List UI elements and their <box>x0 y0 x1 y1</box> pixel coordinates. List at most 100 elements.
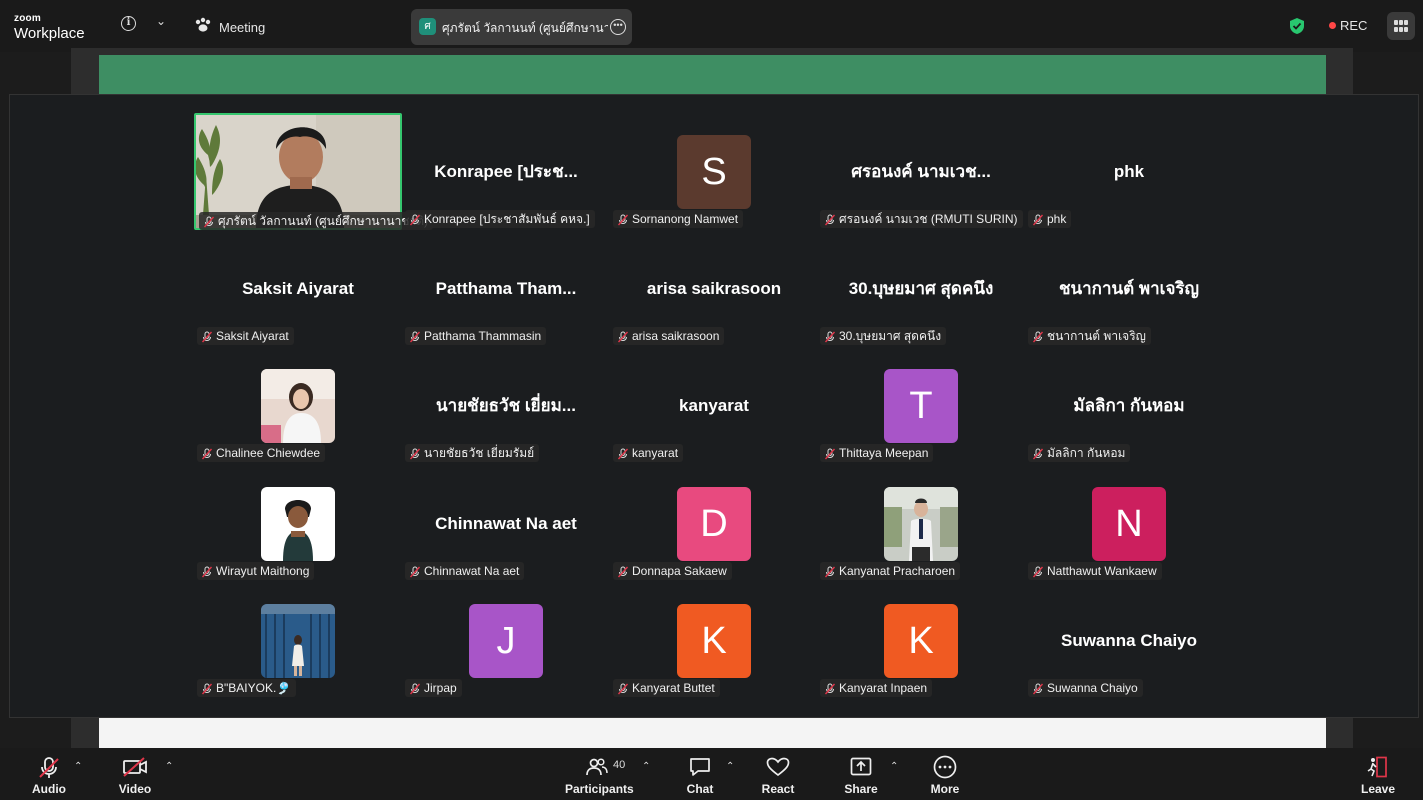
participant-name-label: kanyarat <box>613 444 684 462</box>
info-icon[interactable]: i <box>121 16 136 31</box>
video-button[interactable]: Video <box>113 748 157 800</box>
participant-name-text: Kanyanat Pracharoen <box>839 564 956 578</box>
participant-tile[interactable]: Wirayut Maithong <box>194 465 402 582</box>
participant-name-label: Suwanna Chaiyo <box>1028 679 1143 697</box>
audio-options-chevron-icon[interactable]: ⌃ <box>74 761 82 772</box>
heart-icon <box>766 757 790 777</box>
chevron-down-icon[interactable]: ⌄ <box>156 14 166 28</box>
mic-muted-icon <box>824 447 836 460</box>
share-options-chevron-icon[interactable]: ⌃ <box>890 761 898 772</box>
participant-tile[interactable]: ศุภรัตน์ วัลกานนท์ (ศูนย์ศึกษานานาชาติ) <box>194 113 433 230</box>
participant-tile[interactable]: Patthama Tham... Patthama Thammasin <box>402 230 610 347</box>
meeting-label[interactable]: Meeting <box>219 20 265 35</box>
brand-line2: Workplace <box>14 25 85 42</box>
chat-options-chevron-icon[interactable]: ⌃ <box>726 761 734 772</box>
mic-muted-icon <box>201 682 213 695</box>
audio-label: Audio <box>32 782 66 796</box>
participant-tile[interactable]: นายชัยธวัช เยี่ยม... นายชัยธวัช เยี่ยมรัม… <box>402 347 610 464</box>
mic-muted-icon <box>1032 565 1044 578</box>
participant-tile[interactable]: Chalinee Chiewdee <box>194 347 402 464</box>
speaker-avatar: ศ <box>419 18 436 35</box>
react-label: React <box>761 782 795 796</box>
more-label: More <box>930 782 960 796</box>
participant-name-label: Jirpap <box>405 679 462 697</box>
mic-muted-icon <box>617 682 629 695</box>
participant-name-text: มัลลิกา กันหอม <box>1047 446 1126 460</box>
mic-muted-icon <box>617 330 629 343</box>
more-options-icon[interactable]: ••• <box>610 19 626 35</box>
participant-name-label: Sornanong Namwet <box>613 210 744 228</box>
participant-initial-avatar: J <box>469 604 543 678</box>
participant-name-label: ศุภรัตน์ วัลกานนท์ (ศูนย์ศึกษานานาชาติ) <box>199 212 433 230</box>
participant-name-label: ศรอนงค์ นามเวช (RMUTI SURIN) <box>820 210 1023 228</box>
participant-name-text: Sornanong Namwet <box>632 212 739 226</box>
mic-muted-icon <box>201 447 213 460</box>
leave-button[interactable]: Leave <box>1358 748 1398 800</box>
participant-name-label: Kanyarat Buttet <box>613 679 720 697</box>
participant-initial-avatar: K <box>677 604 751 678</box>
more-icon <box>933 755 957 779</box>
participant-name-label: มัลลิกา กันหอม <box>1028 444 1131 462</box>
participant-tile[interactable]: B"BAIYOK.🎐 <box>194 582 402 699</box>
participant-tile[interactable]: Saksit Aiyarat Saksit Aiyarat <box>194 230 402 347</box>
participant-tile[interactable]: ชนากานต์ พาเจริญ ชนากานต์ พาเจริญ <box>1025 230 1233 347</box>
participant-name-label: arisa saikrasoon <box>613 327 725 345</box>
chat-button[interactable]: Chat <box>680 748 720 800</box>
audio-button[interactable]: Audio <box>26 748 72 800</box>
video-options-chevron-icon[interactable]: ⌃ <box>165 761 173 772</box>
participant-tile[interactable]: Chinnawat Na aet Chinnawat Na aet <box>402 465 610 582</box>
participant-name-label: B"BAIYOK.🎐 <box>197 679 297 697</box>
participant-tile[interactable]: kanyarat kanyarat <box>610 347 818 464</box>
participant-name-text: Thittaya Meepan <box>839 446 929 460</box>
participant-name-label: Patthama Thammasin <box>405 327 547 345</box>
gallery-view: ศุภรัตน์ วัลกานนท์ (ศูนย์ศึกษานานาชาติ) K… <box>9 94 1419 718</box>
participant-tile[interactable]: J Jirpap <box>402 582 610 699</box>
participant-tile[interactable]: ศรอนงค์ นามเวช... ศรอนงค์ นามเวช (RMUTI S… <box>817 113 1025 230</box>
participant-name-label: Donnapa Sakaew <box>613 562 732 580</box>
mic-muted-icon <box>617 447 629 460</box>
mic-muted-icon <box>201 330 213 343</box>
participant-tile[interactable]: 30.บุษยมาศ สุดคนึง 30.บุษยมาศ สุดคนึง <box>817 230 1025 347</box>
participants-options-chevron-icon[interactable]: ⌃ <box>642 761 650 772</box>
share-screen-icon <box>850 757 872 776</box>
shield-icon[interactable] <box>1289 17 1305 35</box>
participant-name-text: ชนากานต์ พาเจริญ <box>1047 329 1146 343</box>
video-off-icon <box>123 757 147 777</box>
participant-tile[interactable]: arisa saikrasoon arisa saikrasoon <box>610 230 818 347</box>
share-button[interactable]: Share <box>841 748 881 800</box>
active-speaker-pill[interactable]: ศ ศุภรัตน์ วัลกานนท์ (ศูนย์ศึกษานานา ••• <box>411 9 632 45</box>
participant-name-text: kanyarat <box>632 446 679 460</box>
participant-tile[interactable]: T Thittaya Meepan <box>817 347 1025 464</box>
participant-name-text: Suwanna Chaiyo <box>1047 681 1138 695</box>
participant-tile[interactable]: K Kanyarat Inpaen <box>817 582 1025 699</box>
participant-tile[interactable]: N Natthawut Wankaew <box>1025 465 1233 582</box>
shared-screen-top <box>71 48 1353 94</box>
participant-tile[interactable]: Konrapee [ประช... Konrapee [ประชาสัมพันธ์… <box>402 113 610 230</box>
rec-label[interactable]: REC <box>1340 18 1367 33</box>
participant-name-text: Wirayut Maithong <box>216 564 310 578</box>
participant-name-text: นายชัยธวัช เยี่ยมรัมย์ <box>424 446 535 460</box>
react-button[interactable]: React <box>758 748 798 800</box>
apps-grid-icon[interactable] <box>1387 12 1415 40</box>
participant-tile[interactable]: Suwanna Chaiyo Suwanna Chaiyo <box>1025 582 1233 699</box>
participants-icon <box>586 758 608 776</box>
more-button[interactable]: More <box>925 748 965 800</box>
participant-name-text: B"BAIYOK.🎐 <box>216 681 292 695</box>
participant-tile[interactable]: S Sornanong Namwet <box>610 113 818 230</box>
participant-name-label: Saksit Aiyarat <box>197 327 294 345</box>
participant-tile[interactable]: มัลลิกา กันหอม มัลลิกา กันหอม <box>1025 347 1233 464</box>
participant-tile[interactable]: K Kanyarat Buttet <box>610 582 818 699</box>
participants-button[interactable]: Participants <box>565 748 634 800</box>
mic-muted-icon <box>617 565 629 578</box>
mic-muted-icon <box>824 213 836 226</box>
mic-muted-icon <box>409 682 421 695</box>
participant-name-text: Konrapee [ประชาสัมพันธ์ คหจ.] <box>424 212 590 226</box>
participant-tile[interactable]: D Donnapa Sakaew <box>610 465 818 582</box>
participant-tile[interactable]: phk phk <box>1025 113 1233 230</box>
mic-muted-icon <box>617 213 629 226</box>
brand-line1: zoom <box>14 13 41 24</box>
participant-name-label: Konrapee [ประชาสัมพันธ์ คหจ.] <box>405 210 595 228</box>
participant-initial-avatar: S <box>677 135 751 209</box>
participant-tile[interactable]: Kanyanat Pracharoen <box>817 465 1025 582</box>
participant-name-label: นายชัยธวัช เยี่ยมรัมย์ <box>405 444 540 462</box>
